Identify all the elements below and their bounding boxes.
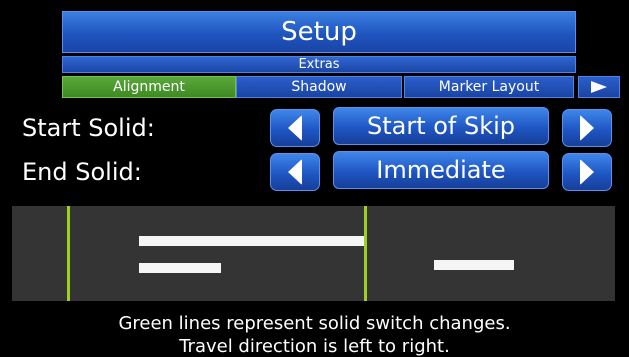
arrow-right-icon bbox=[580, 159, 594, 185]
skip-marker-bar bbox=[139, 263, 221, 273]
arrow-left-icon bbox=[288, 115, 302, 141]
extras-button[interactable]: Extras bbox=[62, 56, 576, 73]
solid-marker-bar bbox=[139, 236, 364, 246]
page-title: Setup bbox=[62, 11, 576, 53]
start-solid-prev-button[interactable] bbox=[270, 109, 320, 147]
tab-shadow[interactable]: Shadow bbox=[236, 76, 402, 98]
alignment-preview bbox=[12, 206, 615, 301]
tab-next-button[interactable] bbox=[578, 76, 620, 98]
end-solid-next-button[interactable] bbox=[562, 153, 612, 191]
legend-text: Green lines represent solid switch chang… bbox=[118, 313, 511, 334]
arrow-right-icon bbox=[591, 81, 607, 93]
arrow-right-icon bbox=[580, 115, 594, 141]
end-solid-value[interactable]: Immediate bbox=[333, 151, 549, 189]
tab-alignment[interactable]: Alignment bbox=[62, 76, 236, 98]
tab-marker-layout[interactable]: Marker Layout bbox=[404, 76, 574, 98]
switch-change-line bbox=[67, 206, 70, 301]
direction-text: Travel direction is left to right. bbox=[179, 336, 450, 357]
start-solid-value[interactable]: Start of Skip bbox=[333, 107, 549, 145]
skip-marker-bar bbox=[434, 260, 514, 270]
switch-change-line bbox=[364, 206, 367, 301]
start-solid-next-button[interactable] bbox=[562, 109, 612, 147]
end-solid-label: End Solid: bbox=[22, 158, 142, 186]
arrow-left-icon bbox=[288, 159, 302, 185]
end-solid-prev-button[interactable] bbox=[270, 153, 320, 191]
start-solid-label: Start Solid: bbox=[22, 114, 155, 142]
